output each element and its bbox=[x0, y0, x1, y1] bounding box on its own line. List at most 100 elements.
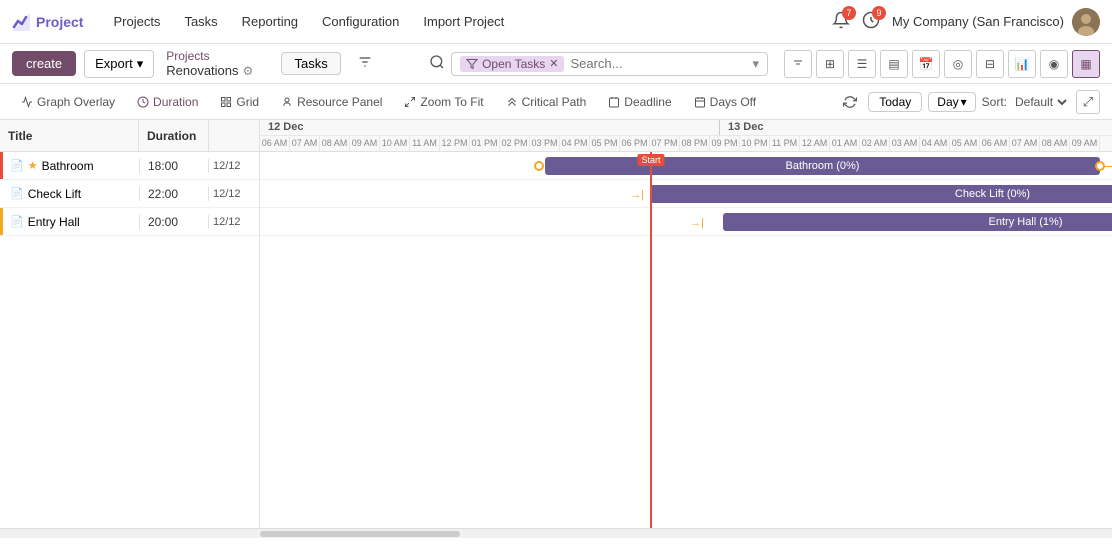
task-date: 12/12 bbox=[209, 160, 259, 172]
gantt-date-label-1: 12 Dec bbox=[260, 120, 720, 135]
col-title-header: Title bbox=[0, 120, 139, 151]
gantt-time-cell: 06 AM bbox=[260, 136, 290, 151]
task-title-cell: 📄 Entry Hall bbox=[0, 215, 139, 229]
gantt-time-cell: 12 AM bbox=[800, 136, 830, 151]
task-list-panel: Title Duration 📄 ★ Bathroom 18:00 12/12 … bbox=[0, 120, 260, 528]
table-row[interactable]: 📄 ★ Bathroom 18:00 12/12 bbox=[0, 152, 259, 180]
filter-adjust-icon[interactable] bbox=[349, 51, 381, 76]
gantt-time-cell: 09 AM bbox=[350, 136, 380, 151]
zoom-to-fit-btn[interactable]: Zoom To Fit bbox=[395, 91, 492, 113]
view-pivot-btn[interactable]: ⊟ bbox=[976, 50, 1004, 78]
graph-overlay-btn[interactable]: Graph Overlay bbox=[12, 91, 124, 113]
today-label: Start bbox=[637, 154, 664, 166]
tasks-label: Tasks bbox=[294, 56, 327, 71]
notification-bell-1[interactable]: 7 bbox=[832, 11, 850, 32]
nav-projects[interactable]: Projects bbox=[103, 10, 170, 33]
duration-btn[interactable]: Duration bbox=[128, 91, 207, 113]
today-button[interactable]: Today bbox=[868, 92, 922, 112]
view-kanban-btn[interactable]: ⊞ bbox=[816, 50, 844, 78]
search-icon[interactable] bbox=[429, 54, 445, 73]
nav-menu: Projects Tasks Reporting Configuration I… bbox=[103, 10, 514, 33]
gantt-time-cell: 09 PM bbox=[710, 136, 740, 151]
day-select[interactable]: Day ▾ bbox=[928, 92, 975, 112]
gantt-chart: 12 Dec 13 Dec 06 AM 07 AM 08 AM 09 AM 10… bbox=[260, 120, 1112, 528]
gantt-row-checklift: →| Check Lift (0%) bbox=[260, 180, 1112, 208]
resource-panel-btn[interactable]: Resource Panel bbox=[272, 91, 391, 113]
gantt-time-cell: 06 PM bbox=[620, 136, 650, 151]
gantt-toolbar: Graph Overlay Duration Grid Resource Pan… bbox=[0, 84, 1112, 120]
task-duration: 20:00 bbox=[139, 215, 209, 229]
notification-bell-2[interactable]: 9 bbox=[862, 11, 880, 32]
notification-count-1: 7 bbox=[842, 6, 856, 20]
gantt-date-label-2: 13 Dec bbox=[720, 120, 1112, 135]
view-graph-btn[interactable]: 📊 bbox=[1008, 50, 1036, 78]
refresh-btn[interactable] bbox=[838, 90, 862, 114]
table-row[interactable]: 📄 Entry Hall 20:00 12/12 bbox=[0, 208, 259, 236]
task-doc-icon: 📄 bbox=[10, 215, 24, 228]
grid-btn[interactable]: Grid bbox=[211, 91, 268, 113]
company-info[interactable]: My Company (San Francisco) bbox=[892, 8, 1100, 36]
gantt-time-cell: 02 AM bbox=[860, 136, 890, 151]
gantt-time-row: 06 AM 07 AM 08 AM 09 AM 10 AM 11 AM 12 P… bbox=[260, 136, 1112, 151]
col-date-header bbox=[209, 120, 259, 151]
gantt-time-cell: 03 PM bbox=[530, 136, 560, 151]
gantt-bar-bathroom[interactable]: Bathroom (0%) bbox=[545, 157, 1100, 175]
expand-btn[interactable]: ⤢ bbox=[1076, 90, 1100, 114]
gantt-time-cell: 10 PM bbox=[740, 136, 770, 151]
view-gantt-btn[interactable]: ▦ bbox=[1072, 50, 1100, 78]
gantt-time-cell: 08 PM bbox=[680, 136, 710, 151]
gantt-time-cell: 04 AM bbox=[920, 136, 950, 151]
task-title-cell: 📄 Check Lift bbox=[0, 187, 139, 201]
gantt-bar-checklift[interactable]: Check Lift (0%) bbox=[650, 185, 1112, 203]
tasks-pill[interactable]: Tasks bbox=[281, 52, 340, 75]
search-input[interactable] bbox=[570, 56, 746, 71]
view-list-btn[interactable]: ☰ bbox=[848, 50, 876, 78]
search-dropdown-icon[interactable]: ▾ bbox=[752, 56, 759, 72]
task-title-cell: 📄 ★ Bathroom bbox=[0, 159, 139, 173]
gantt-time-cell: 12 PM bbox=[440, 136, 470, 151]
gantt-time-cell: 07 AM bbox=[1010, 136, 1040, 151]
breadcrumb-bar: create Export ▾ Projects Renovations ⚙ T… bbox=[0, 44, 1112, 84]
sort-area: Sort: Default bbox=[982, 94, 1070, 110]
task-star-icon[interactable]: ★ bbox=[28, 159, 38, 172]
sort-select[interactable]: Default bbox=[1011, 94, 1070, 110]
deadline-btn[interactable]: Deadline bbox=[599, 91, 680, 113]
view-filter-btn[interactable] bbox=[784, 50, 812, 78]
milestone-end bbox=[1095, 161, 1105, 171]
toolbar-right: Today Day ▾ Sort: Default ⤢ bbox=[838, 90, 1100, 114]
gantt-time-cell: 09 AM bbox=[1070, 136, 1100, 151]
task-duration: 18:00 bbox=[139, 159, 209, 173]
view-activity-btn[interactable]: ◉ bbox=[1040, 50, 1068, 78]
gantt-time-cell: 08 AM bbox=[1040, 136, 1070, 151]
gantt-bar-entryhall[interactable]: Entry Hall (1%) bbox=[723, 213, 1112, 231]
nav-import[interactable]: Import Project bbox=[413, 10, 514, 33]
dependency-arrow: →| bbox=[630, 189, 644, 201]
gantt-time-cell: 08 AM bbox=[320, 136, 350, 151]
breadcrumb-projects-link[interactable]: Projects bbox=[166, 49, 253, 63]
settings-icon[interactable]: ⚙ bbox=[243, 64, 254, 78]
view-map-btn[interactable]: ◎ bbox=[944, 50, 972, 78]
gantt-time-cell: 01 AM bbox=[830, 136, 860, 151]
user-avatar[interactable] bbox=[1072, 8, 1100, 36]
nav-tasks[interactable]: Tasks bbox=[174, 10, 227, 33]
app-logo[interactable]: Project bbox=[12, 13, 83, 31]
scrollbar-thumb[interactable] bbox=[260, 531, 460, 537]
gantt-row-bathroom: Bathroom (0%) bbox=[260, 152, 1112, 180]
gantt-time-cell: 05 AM bbox=[950, 136, 980, 151]
days-off-btn[interactable]: Days Off bbox=[685, 91, 765, 113]
filter-close-icon[interactable]: ✕ bbox=[549, 57, 558, 70]
view-table-btn[interactable]: ▤ bbox=[880, 50, 908, 78]
view-calendar-btn[interactable]: 📅 bbox=[912, 50, 940, 78]
nav-reporting[interactable]: Reporting bbox=[232, 10, 308, 33]
export-button[interactable]: Export ▾ bbox=[84, 50, 154, 78]
gantt-time-cell: 10 AM bbox=[380, 136, 410, 151]
table-row[interactable]: 📄 Check Lift 22:00 12/12 bbox=[0, 180, 259, 208]
search-area: Open Tasks ✕ ▾ bbox=[429, 52, 768, 76]
nav-configuration[interactable]: Configuration bbox=[312, 10, 409, 33]
horizontal-scrollbar[interactable] bbox=[0, 528, 1112, 538]
critical-path-btn[interactable]: Critical Path bbox=[497, 91, 596, 113]
task-date: 12/12 bbox=[209, 216, 259, 228]
gantt-time-cell: 06 AM bbox=[980, 136, 1010, 151]
search-filter-bar[interactable]: Open Tasks ✕ ▾ bbox=[451, 52, 768, 76]
create-button[interactable]: create bbox=[12, 51, 76, 76]
